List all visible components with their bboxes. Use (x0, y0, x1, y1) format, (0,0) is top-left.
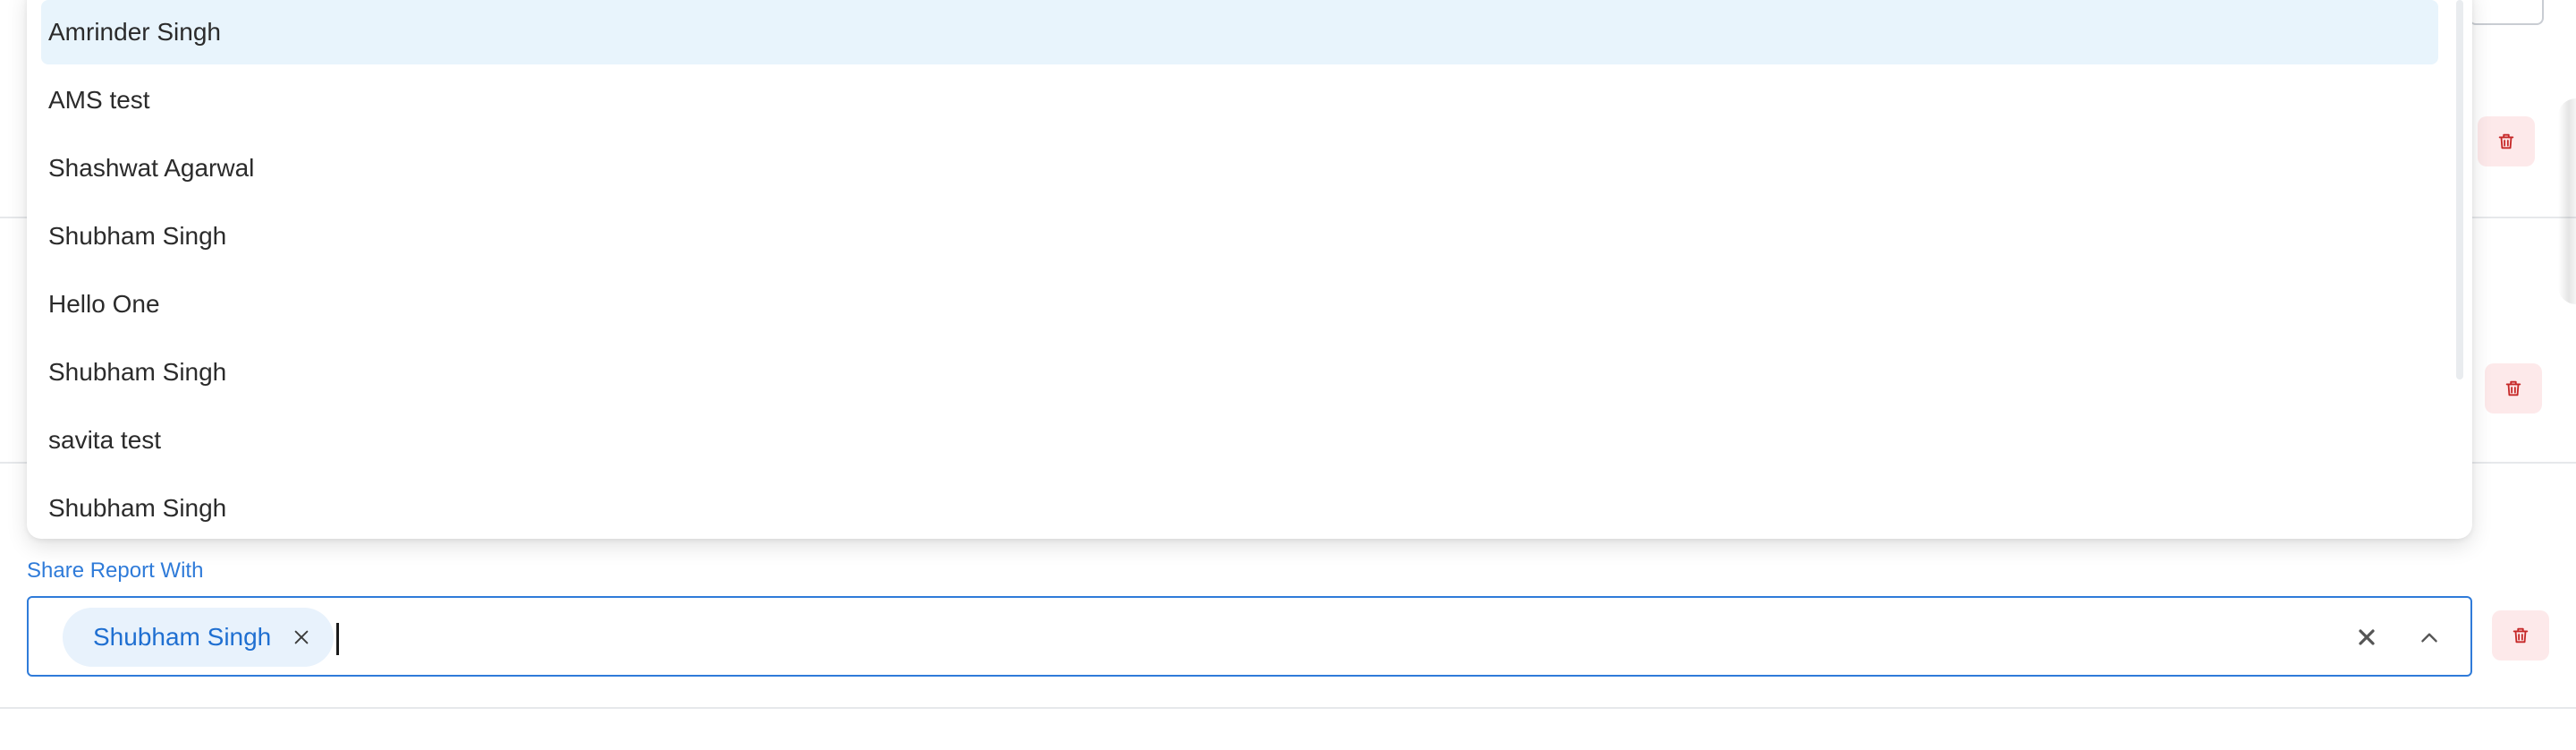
option-item[interactable]: Shubham Singh (41, 476, 2438, 539)
delete-row-button[interactable] (2478, 116, 2535, 166)
option-label: savita test (48, 426, 162, 454)
chip-label: Shubham Singh (93, 623, 272, 651)
delete-row-button[interactable] (2485, 363, 2542, 413)
trash-icon (2498, 133, 2514, 149)
option-item[interactable]: AMS test (41, 68, 2438, 132)
dropdown-scrollbar[interactable] (2456, 0, 2463, 379)
option-label: AMS test (48, 86, 150, 114)
option-label: Shashwat Agarwal (48, 154, 255, 182)
selected-user-chip: Shubham Singh (63, 608, 335, 667)
share-report-input[interactable]: Shubham Singh (27, 596, 2472, 677)
option-label: Shubham Singh (48, 494, 227, 522)
trash-icon (2505, 380, 2521, 396)
clear-selection-button[interactable] (2351, 621, 2383, 653)
option-list: Amrinder Singh AMS test Shashwat Agarwal… (27, 0, 2472, 539)
trash-icon (2512, 627, 2529, 643)
option-label: Hello One (48, 290, 160, 318)
option-item[interactable]: Shubham Singh (41, 340, 2438, 405)
option-item[interactable]: Amrinder Singh (41, 0, 2438, 64)
option-label: Amrinder Singh (48, 18, 221, 46)
option-item[interactable]: Hello One (41, 272, 2438, 337)
text-cursor (336, 623, 339, 655)
option-label: Shubham Singh (48, 222, 227, 250)
chevron-up-icon (2421, 633, 2437, 643)
share-report-label: Share Report With (27, 558, 204, 583)
chip-remove-button[interactable] (291, 626, 312, 648)
close-icon (294, 630, 309, 644)
row-divider (0, 707, 2576, 709)
option-item[interactable]: savita test (41, 408, 2438, 473)
option-item[interactable]: Shubham Singh (41, 204, 2438, 268)
previous-field-outline (2469, 0, 2544, 25)
delete-row-button[interactable] (2492, 610, 2549, 661)
option-item[interactable]: Shashwat Agarwal (41, 136, 2438, 200)
autocomplete-dropdown: Amrinder Singh AMS test Shashwat Agarwal… (27, 0, 2472, 539)
side-panel-edge (2558, 98, 2576, 304)
close-icon (2359, 629, 2375, 645)
dropdown-toggle-button[interactable] (2413, 621, 2445, 653)
option-label: Shubham Singh (48, 358, 227, 386)
